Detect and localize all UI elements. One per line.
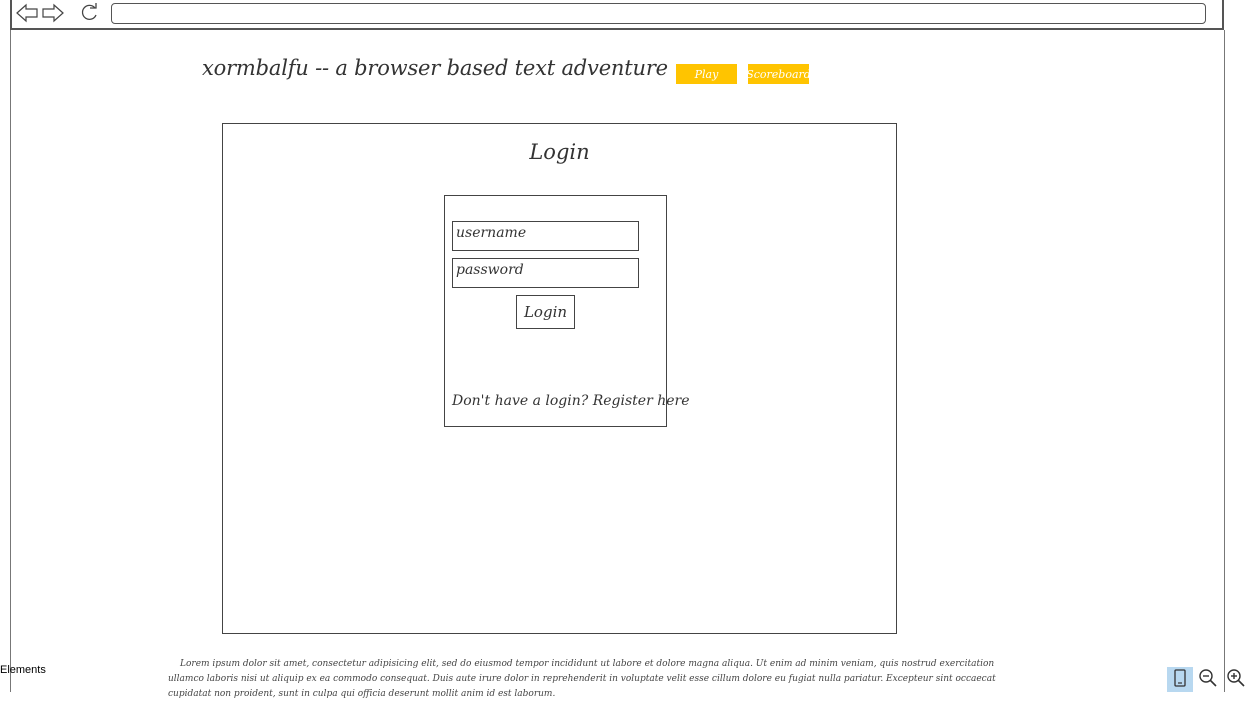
zoom-in-icon [1226,668,1246,692]
forward-arrow-icon[interactable] [41,2,65,28]
footer-text: Lorem ipsum dolor sit amet, consectetur … [168,659,996,699]
site-title: xormbalfu -- a browser based text advent… [202,56,668,80]
scoreboard-button[interactable]: Scoreboard [746,64,811,84]
zoom-out-icon [1198,668,1218,692]
device-icon [1173,668,1187,691]
url-bar[interactable] [111,3,1206,24]
device-view-button[interactable] [1167,667,1193,692]
page-border [1224,30,1225,692]
elements-label: Elements [0,664,46,676]
play-button[interactable]: Play [676,64,737,84]
username-field[interactable]: username [452,221,639,251]
login-heading: Login [529,140,590,164]
back-arrow-icon[interactable] [15,2,39,28]
register-link[interactable]: Don't have a login? Register here [452,393,690,409]
login-button[interactable]: Login [516,295,575,329]
zoom-in-button[interactable] [1223,667,1249,692]
page-border [10,30,11,692]
password-field[interactable]: password [452,258,639,288]
browser-toolbar [10,0,1224,30]
reload-icon[interactable] [78,2,100,28]
zoom-out-button[interactable] [1195,667,1221,692]
